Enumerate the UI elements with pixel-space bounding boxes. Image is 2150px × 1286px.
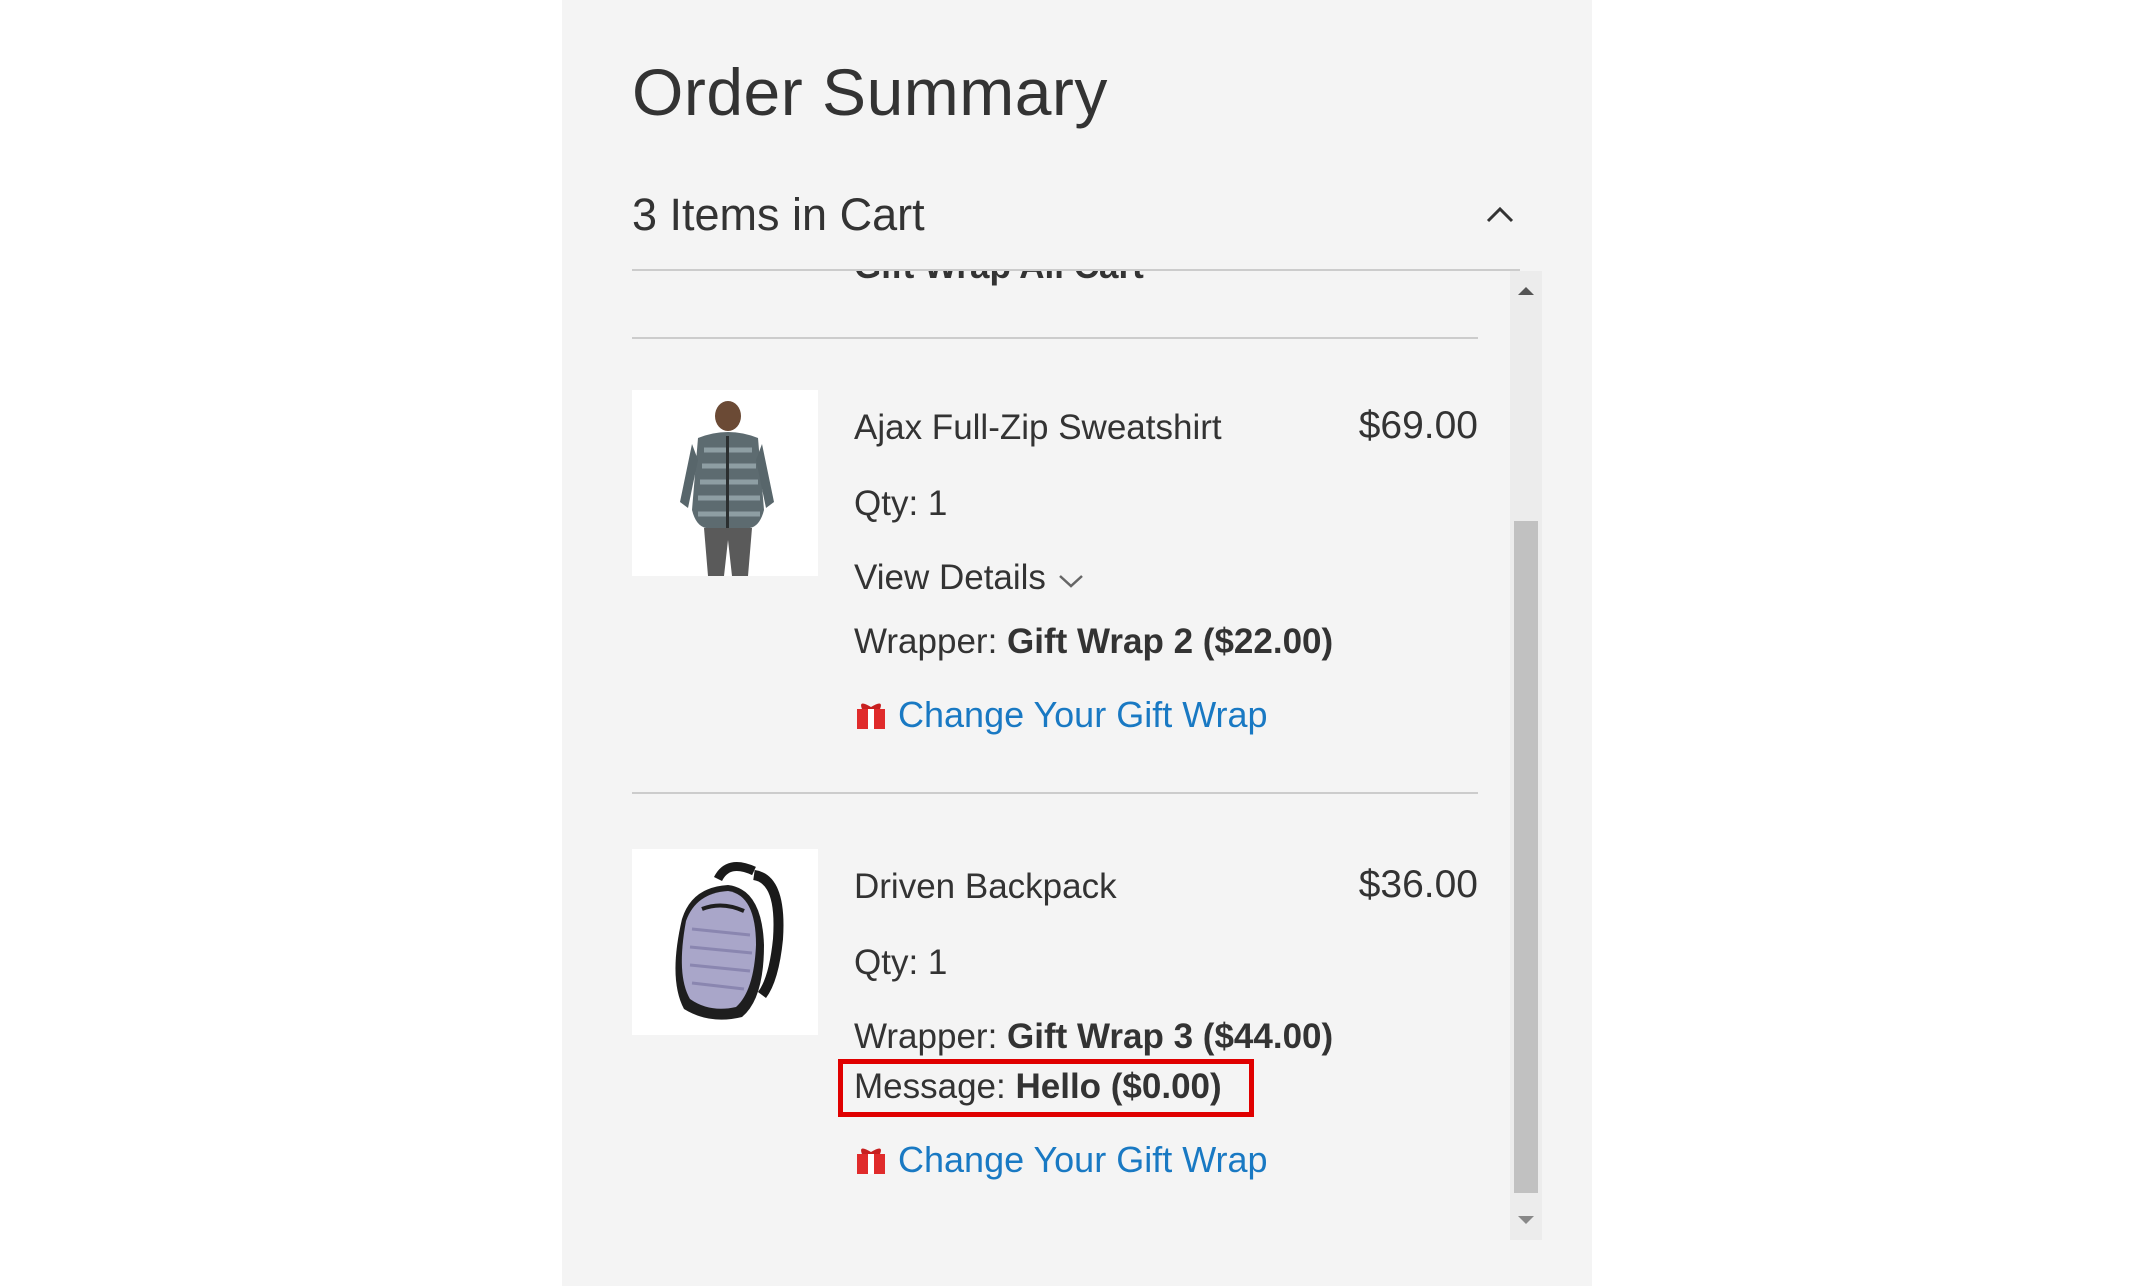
wrapper-value: Gift Wrap 3 ($44.00) — [1007, 1017, 1334, 1056]
cart-item: Driven Backpack $36.00 Qty: 1 Wrapper: G… — [632, 849, 1478, 1239]
view-details-label: View Details — [854, 558, 1046, 597]
wrapper-label: Wrapper: — [854, 1017, 998, 1056]
wrapper-info: Wrapper: Gift Wrap 3 ($44.00) — [854, 1017, 1333, 1057]
gift-icon — [857, 1148, 885, 1174]
chevron-down-icon — [1059, 574, 1083, 588]
product-name[interactable]: Driven Backpack — [854, 867, 1117, 907]
product-image-backpack[interactable] — [632, 849, 818, 1035]
product-qty: Qty: 1 — [854, 484, 948, 523]
change-gift-wrap-link[interactable]: Change Your Gift Wrap — [854, 694, 1268, 736]
scroll-up-arrow-icon[interactable] — [1510, 275, 1542, 305]
cart-list-scrollbar[interactable] — [1510, 271, 1542, 1240]
change-gift-wrap-label: Change Your Gift Wrap — [898, 1139, 1268, 1180]
scrollbar-thumb[interactable] — [1514, 521, 1538, 1193]
product-price: $69.00 — [1358, 404, 1478, 447]
divider — [632, 337, 1478, 339]
scroll-down-arrow-icon[interactable] — [1510, 1206, 1542, 1236]
wrapper-info: Wrapper: Gift Wrap 2 ($22.00) — [854, 622, 1333, 662]
gift-icon — [857, 703, 885, 729]
divider — [632, 792, 1478, 794]
highlight-box — [838, 1059, 1254, 1117]
gift-message-info: Message: Hello ($0.00) — [838, 1059, 1254, 1117]
cart-count: 3 Items in Cart — [632, 189, 925, 240]
cart-items-toggle[interactable]: 3 Items in Cart — [632, 185, 1520, 271]
cart-item: Ajax Full-Zip Sweatshirt $69.00 Qty: 1 V… — [632, 390, 1478, 735]
gift-wrap-all-cart-text: Gift Wrap All Cart — [854, 271, 1144, 287]
wrapper-value: Gift Wrap 2 ($22.00) — [1007, 622, 1334, 661]
change-gift-wrap-label: Change Your Gift Wrap — [898, 694, 1268, 735]
chevron-up-icon[interactable] — [1480, 195, 1520, 235]
product-qty: Qty: 1 — [854, 943, 948, 982]
page-title: Order Summary — [632, 55, 1108, 129]
product-name[interactable]: Ajax Full-Zip Sweatshirt — [854, 408, 1222, 448]
product-price: $36.00 — [1358, 863, 1478, 906]
product-image-sweatshirt[interactable] — [632, 390, 818, 576]
wrapper-label: Wrapper: — [854, 622, 998, 661]
change-gift-wrap-link[interactable]: Change Your Gift Wrap — [854, 1139, 1268, 1181]
cart-items-list: Gift Wrap All Cart Ajax Full-Zip Sweatsh… — [632, 271, 1510, 1240]
order-summary-panel: Order Summary 3 Items in Cart Gift Wrap … — [562, 0, 1592, 1286]
view-details-toggle[interactable]: View Details — [854, 558, 1086, 598]
